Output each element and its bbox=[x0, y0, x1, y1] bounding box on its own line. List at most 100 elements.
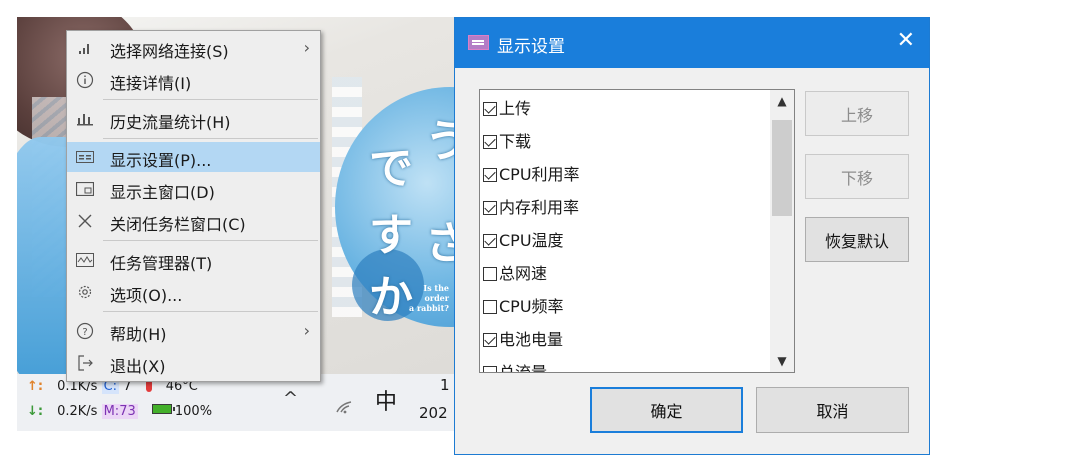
download-speed: 0.2K/s bbox=[57, 404, 98, 419]
menu-item-close-taskbar-window[interactable]: 关闭任务栏窗口(C) bbox=[67, 206, 320, 236]
task-manager-icon bbox=[75, 250, 95, 270]
traffic-monitor-download-row[interactable]: ↓: 0.2K/s M:73 100% bbox=[27, 404, 212, 419]
list-scrollbar[interactable]: ▲ ▼ bbox=[770, 90, 794, 372]
checkbox[interactable] bbox=[483, 333, 497, 347]
help-icon: ? bbox=[75, 321, 95, 341]
list-item[interactable]: CPU温度 bbox=[483, 227, 564, 260]
display-settings-icon bbox=[75, 147, 95, 167]
taskbar: ↑: 0.1K/s C: 7 46°C ↓: 0.2K/s M:73 100% ^ … bbox=[17, 374, 455, 431]
menu-item-label: 帮助(H) bbox=[110, 325, 167, 344]
context-menu: 选择网络连接(S) › 连接详情(I) 历史流量统计(H) 显示设置(P)...… bbox=[66, 30, 321, 382]
list-item-label: CPU温度 bbox=[499, 231, 564, 250]
display-settings-dialog: 显示设置 ✕ 上传 下载 CPU利用率 内存利用率 CPU温度 总网速 CPU频… bbox=[454, 17, 930, 455]
checkbox[interactable] bbox=[483, 366, 497, 372]
upload-arrow-icon: ↑: bbox=[27, 379, 44, 394]
move-up-button[interactable]: 上移 bbox=[805, 91, 909, 136]
wallpaper-title-char: で bbox=[369, 143, 413, 194]
restore-defaults-button[interactable]: 恢复默认 bbox=[805, 217, 909, 262]
menu-item-connection-details[interactable]: 连接详情(I) bbox=[67, 65, 320, 95]
exit-icon bbox=[75, 353, 95, 373]
svg-text:?: ? bbox=[82, 327, 87, 338]
menu-item-history-traffic[interactable]: 历史流量统计(H) bbox=[67, 104, 320, 134]
menu-item-label: 退出(X) bbox=[110, 357, 166, 376]
wifi-icon[interactable] bbox=[335, 398, 353, 418]
menu-item-show-main-window[interactable]: 显示主窗口(D) bbox=[67, 174, 320, 204]
menu-item-label: 显示设置(P)... bbox=[110, 151, 212, 170]
scroll-down-icon[interactable]: ▼ bbox=[770, 354, 794, 368]
clock-time[interactable]: 1 bbox=[440, 376, 450, 394]
list-item[interactable]: 电池电量 bbox=[483, 326, 563, 359]
wallpaper-english-title: Is the order a rabbit? bbox=[409, 283, 449, 313]
signal-icon bbox=[75, 38, 95, 58]
menu-item-task-manager[interactable]: 任务管理器(T) bbox=[67, 245, 320, 275]
download-arrow-icon: ↓: bbox=[27, 404, 44, 419]
menu-item-options[interactable]: 选项(O)... bbox=[67, 277, 320, 307]
ok-button[interactable]: 确定 bbox=[590, 387, 743, 433]
list-item-label: 电池电量 bbox=[499, 330, 564, 349]
list-item-label: CPU利用率 bbox=[499, 165, 580, 184]
list-item[interactable]: CPU频率 bbox=[483, 293, 564, 326]
list-item[interactable]: 内存利用率 bbox=[483, 194, 579, 227]
clock-date[interactable]: 202 bbox=[419, 404, 448, 422]
menu-separator bbox=[103, 138, 318, 139]
close-icon[interactable]: ✕ bbox=[897, 28, 915, 53]
submenu-arrow-icon: › bbox=[303, 321, 310, 340]
wallpaper-english-line: a rabbit? bbox=[409, 303, 449, 313]
checkbox[interactable] bbox=[483, 234, 497, 248]
menu-item-help[interactable]: ? 帮助(H) › bbox=[67, 316, 320, 346]
menu-item-label: 任务管理器(T) bbox=[110, 254, 213, 273]
scroll-up-icon[interactable]: ▲ bbox=[770, 94, 794, 108]
list-item[interactable]: 总流量 bbox=[483, 359, 548, 373]
scrollbar-thumb[interactable] bbox=[772, 120, 792, 216]
menu-item-label: 显示主窗口(D) bbox=[110, 183, 215, 202]
wallpaper-english-line: Is the bbox=[423, 283, 449, 293]
list-item-label: 总网速 bbox=[499, 264, 548, 283]
checkbox[interactable] bbox=[483, 267, 497, 281]
list-item[interactable]: CPU利用率 bbox=[483, 161, 580, 194]
input-method-indicator[interactable]: 中 bbox=[375, 384, 397, 416]
list-item-label: 总流量 bbox=[499, 363, 548, 373]
info-icon bbox=[75, 70, 95, 90]
menu-item-exit[interactable]: 退出(X) bbox=[67, 348, 320, 378]
window-icon bbox=[75, 179, 95, 199]
list-item-label: CPU频率 bbox=[499, 297, 564, 316]
memory-usage: M:73 bbox=[101, 404, 138, 419]
list-item-label: 内存利用率 bbox=[499, 198, 580, 217]
display-settings-icon bbox=[468, 35, 489, 50]
menu-item-label: 选择网络连接(S) bbox=[110, 42, 229, 61]
checkbox[interactable] bbox=[483, 135, 497, 149]
move-down-button[interactable]: 下移 bbox=[805, 154, 909, 199]
wallpaper-title-char: さ bbox=[425, 218, 455, 269]
menu-item-select-network[interactable]: 选择网络连接(S) › bbox=[67, 33, 320, 63]
bar-chart-icon bbox=[75, 109, 95, 129]
checkbox[interactable] bbox=[483, 201, 497, 215]
list-item[interactable]: 下载 bbox=[483, 128, 531, 161]
list-item[interactable]: 总网速 bbox=[483, 260, 547, 293]
wallpaper-english-line: order bbox=[424, 293, 449, 303]
menu-separator bbox=[103, 99, 318, 100]
display-items-list[interactable]: 上传 下载 CPU利用率 内存利用率 CPU温度 总网速 CPU频率 电池电量 … bbox=[479, 89, 795, 373]
dialog-title-bar[interactable]: 显示设置 ✕ bbox=[455, 18, 929, 68]
wallpaper-title-char: う bbox=[425, 116, 455, 167]
list-item-label: 上传 bbox=[499, 99, 532, 118]
gear-icon bbox=[75, 282, 95, 302]
menu-item-label: 关闭任务栏窗口(C) bbox=[110, 215, 246, 234]
checkbox[interactable] bbox=[483, 168, 497, 182]
menu-separator bbox=[103, 311, 318, 312]
menu-separator bbox=[103, 240, 318, 241]
wallpaper-title-char: す bbox=[369, 210, 413, 261]
list-item[interactable]: 上传 bbox=[483, 95, 531, 128]
close-icon bbox=[75, 211, 95, 231]
menu-item-label: 连接详情(I) bbox=[110, 74, 192, 93]
battery-icon bbox=[151, 404, 175, 414]
menu-item-display-settings[interactable]: 显示设置(P)... bbox=[67, 142, 320, 172]
wallpaper-title-char: か bbox=[369, 272, 413, 323]
show-hidden-icons-chevron-icon[interactable]: ^ bbox=[283, 388, 298, 409]
submenu-arrow-icon: › bbox=[303, 38, 310, 57]
battery-level: 100% bbox=[174, 404, 213, 419]
checkbox[interactable] bbox=[483, 102, 497, 116]
checkbox[interactable] bbox=[483, 300, 497, 314]
cancel-button[interactable]: 取消 bbox=[756, 387, 909, 433]
dialog-title: 显示设置 bbox=[497, 37, 565, 57]
menu-item-label: 选项(O)... bbox=[110, 286, 183, 305]
